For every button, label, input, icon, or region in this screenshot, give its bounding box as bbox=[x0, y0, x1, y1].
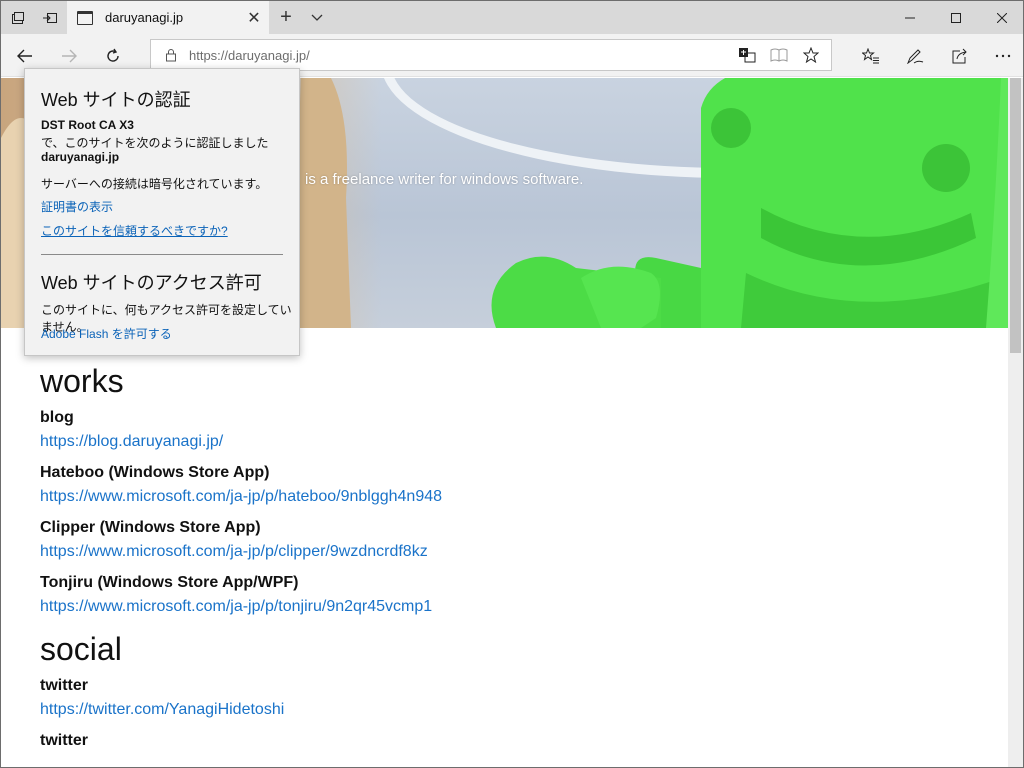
tab-title: daruyanagi.jp bbox=[105, 10, 184, 25]
tab-daruyanagi[interactable]: daruyanagi.jp ✕ bbox=[67, 1, 269, 34]
work-link-blog[interactable]: https://blog.daruyanagi.jp/ bbox=[40, 430, 940, 454]
more-options-icon[interactable] bbox=[981, 34, 1023, 77]
allow-flash-link[interactable]: Adobe Flash を許可する bbox=[41, 325, 172, 342]
social-section: social twitter https://twitter.com/Yanag… bbox=[40, 629, 940, 753]
work-link-tonjiru[interactable]: https://www.microsoft.com/ja-jp/p/tonjir… bbox=[40, 595, 940, 619]
social-name-twitter-2: twitter bbox=[40, 732, 88, 749]
flyout-divider bbox=[41, 254, 283, 255]
work-name-hateboo: Hateboo (Windows Store App) bbox=[40, 464, 270, 481]
work-name-clipper: Clipper (Windows Store App) bbox=[40, 519, 261, 536]
title-bar: daruyanagi.jp ✕ + bbox=[1, 1, 1023, 34]
work-link-hateboo[interactable]: https://www.microsoft.com/ja-jp/p/hatebo… bbox=[40, 485, 940, 509]
vertical-scrollbar[interactable] bbox=[1008, 78, 1023, 767]
close-window-icon[interactable] bbox=[979, 1, 1023, 34]
work-name-tonjiru: Tonjiru (Windows Store App/WPF) bbox=[40, 574, 299, 591]
encryption-status: サーバーへの接続は暗号化されています。 bbox=[41, 177, 268, 191]
browser-window: daruyanagi.jp ✕ + https://daruyanagi.jp/… bbox=[0, 0, 1024, 768]
site-identity-flyout: Web サイトの認証 DST Root CA X3 で、このサイトを次のように認… bbox=[24, 68, 300, 356]
favorite-star-icon[interactable] bbox=[795, 40, 827, 70]
social-link-twitter[interactable]: https://twitter.com/YanagiHidetoshi bbox=[40, 698, 940, 722]
new-tab-icon[interactable]: + bbox=[271, 1, 301, 34]
tab-sets-icon[interactable] bbox=[1, 1, 35, 34]
work-name-blog: blog bbox=[40, 409, 74, 426]
address-url[interactable]: https://daruyanagi.jp/ bbox=[189, 48, 310, 63]
works-title: works bbox=[40, 363, 124, 399]
set-tabs-aside-icon[interactable] bbox=[33, 1, 67, 34]
translate-icon[interactable] bbox=[731, 40, 763, 70]
minimize-icon[interactable] bbox=[887, 1, 933, 34]
certificate-authority: DST Root CA X3 bbox=[41, 118, 134, 132]
social-name-twitter: twitter bbox=[40, 677, 88, 694]
permissions-title: Web サイトのアクセス許可 bbox=[41, 273, 262, 293]
share-icon[interactable] bbox=[937, 34, 981, 77]
address-bar[interactable]: https://daruyanagi.jp/ bbox=[150, 39, 832, 71]
social-title: social bbox=[40, 631, 122, 667]
scrollbar-thumb[interactable] bbox=[1010, 78, 1021, 353]
page-icon bbox=[77, 10, 93, 25]
certified-domain: daruyanagi.jp bbox=[41, 150, 120, 164]
favorites-list-icon[interactable] bbox=[849, 34, 893, 77]
flyout-title: Web サイトの認証 bbox=[41, 90, 191, 110]
close-tab-icon[interactable]: ✕ bbox=[239, 8, 269, 28]
trust-site-link[interactable]: このサイトを信頼するべきですか? bbox=[41, 222, 228, 239]
certificate-description: で、このサイトを次のように認証しました bbox=[41, 136, 269, 150]
chevron-down-icon[interactable] bbox=[303, 1, 331, 34]
hero-tagline: is a freelance writer for windows softwa… bbox=[305, 171, 584, 188]
pen-notes-icon[interactable] bbox=[893, 34, 937, 77]
lock-icon[interactable] bbox=[165, 48, 177, 62]
maximize-icon[interactable] bbox=[933, 1, 979, 34]
view-certificate-link[interactable]: 証明書の表示 bbox=[41, 198, 113, 215]
work-link-clipper[interactable]: https://www.microsoft.com/ja-jp/p/clippe… bbox=[40, 540, 940, 564]
works-section: works blog https://blog.daruyanagi.jp/ H… bbox=[40, 361, 940, 753]
reading-view-icon[interactable] bbox=[763, 40, 795, 70]
